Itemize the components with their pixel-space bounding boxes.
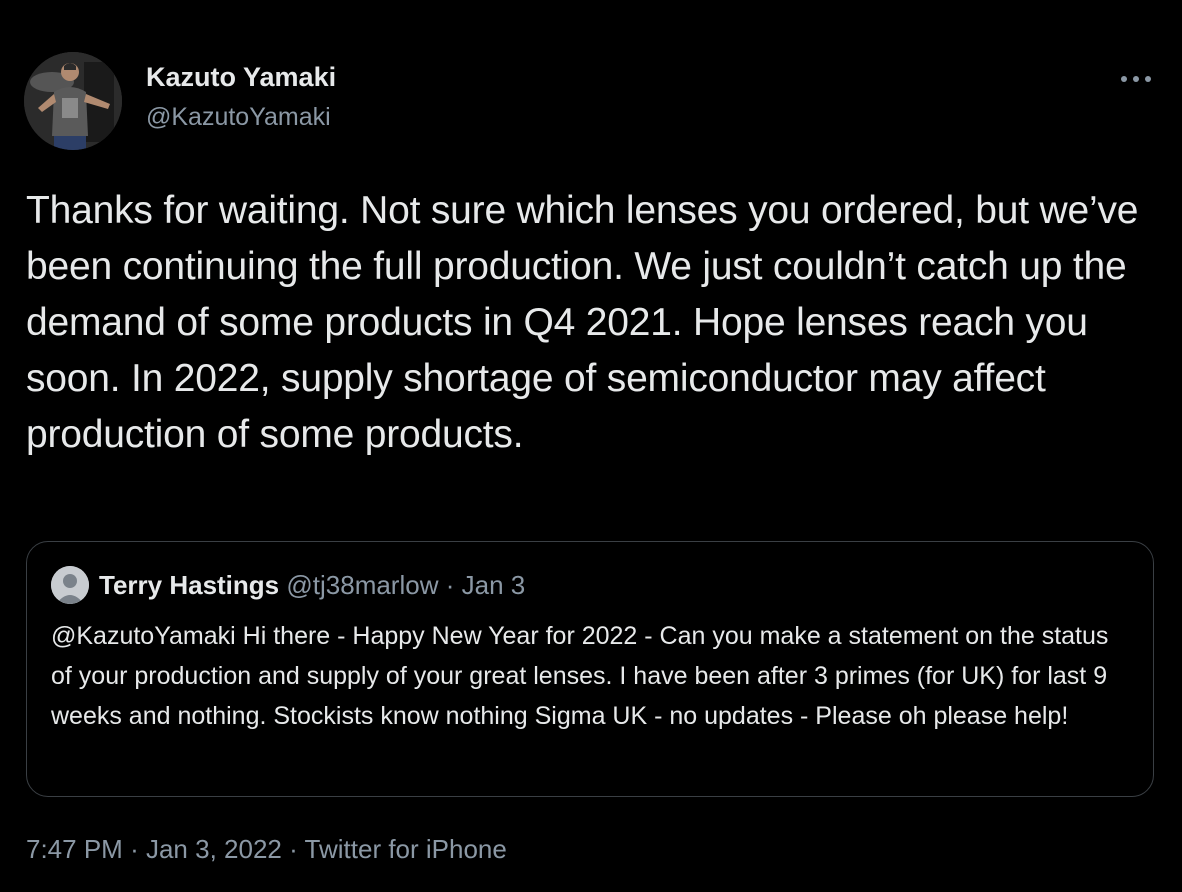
tweet-date[interactable]: Jan 3, 2022 [146, 834, 282, 864]
more-options-button[interactable] [1112, 62, 1160, 96]
default-avatar-icon [51, 566, 89, 604]
quoted-date[interactable]: Jan 3 [462, 570, 526, 600]
quoted-tweet-card[interactable]: Terry Hastings @tj38marlow · Jan 3 @Kazu… [26, 541, 1154, 797]
profile-photo [24, 52, 122, 150]
meta-separator: · [130, 834, 139, 864]
tweet-text: Thanks for waiting. Not sure which lense… [26, 189, 1139, 456]
quoted-tweet-header: Terry Hastings @tj38marlow · Jan 3 [99, 570, 525, 601]
tweet-source[interactable]: Twitter for iPhone [305, 834, 507, 864]
tweet-metadata: 7:47 PM · Jan 3, 2022 · Twitter for iPho… [26, 834, 507, 865]
quoted-tweet-text: @KazutoYamaki Hi there - Happy New Year … [51, 622, 1109, 730]
quoted-author-handle[interactable]: @tj38marlow [286, 570, 438, 600]
author-avatar[interactable] [24, 52, 122, 150]
author-handle[interactable]: @KazutoYamaki [146, 103, 331, 132]
more-horizontal-icon [1121, 76, 1151, 82]
author-name[interactable]: Kazuto Yamaki [146, 62, 336, 93]
quoted-author-avatar[interactable] [51, 566, 89, 604]
tweet-time[interactable]: 7:47 PM [26, 834, 123, 864]
meta-separator: · [289, 834, 298, 864]
quoted-separator: · [445, 570, 455, 600]
tweet: Kazuto Yamaki @KazutoYamaki Thanks for w… [0, 0, 1182, 892]
quoted-author-name[interactable]: Terry Hastings [99, 570, 279, 600]
